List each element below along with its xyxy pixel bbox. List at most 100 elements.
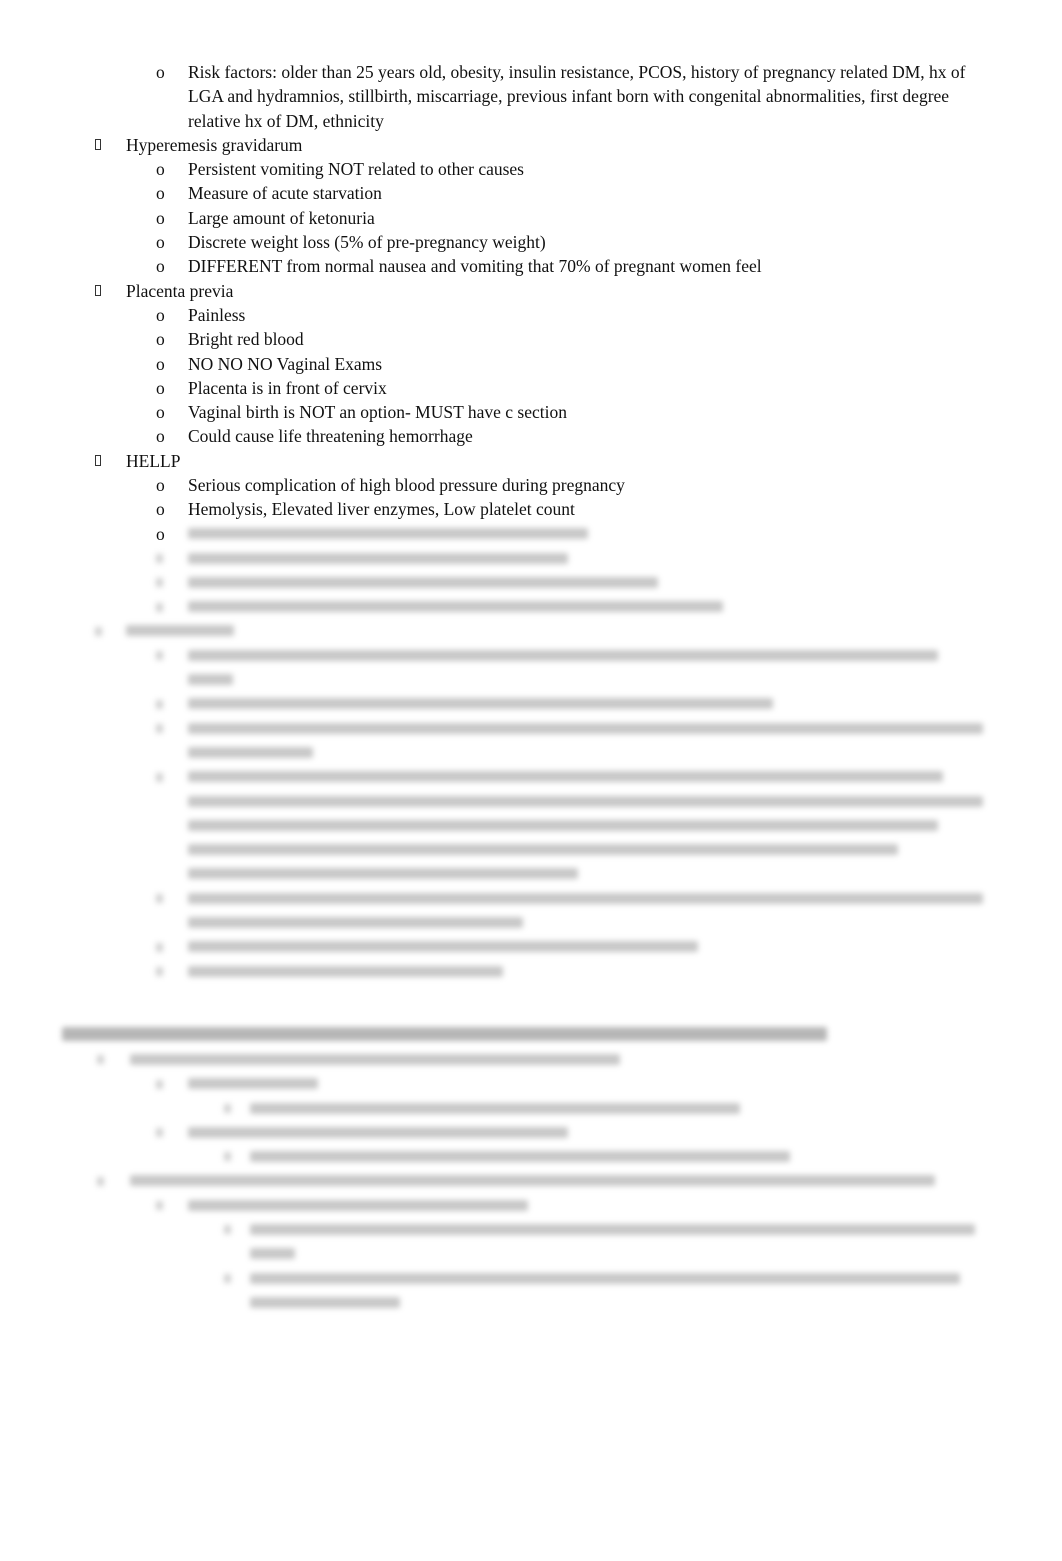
bullet-icon — [97, 1176, 104, 1186]
list-item-text: Painless — [188, 304, 246, 325]
bullet-icon — [156, 699, 163, 709]
list-item-text: Bright red blood — [188, 329, 304, 350]
topic-placenta-previa: Placenta previa — [0, 279, 1062, 303]
document-page: o Risk factors: older than 25 years old,… — [0, 60, 1062, 1315]
bullet-icon — [156, 1079, 163, 1089]
topic-title: Placenta previa — [126, 280, 234, 301]
list-item-text: Serious complication of high blood press… — [188, 475, 625, 496]
obscured-line — [0, 1242, 1062, 1266]
bullet-o-icon: o — [156, 159, 165, 180]
list-item: o Serious complication of high blood pres… — [0, 473, 1062, 497]
obscured-line — [0, 1047, 1062, 1071]
obscured-line — [0, 1266, 1062, 1290]
obscured-line — [0, 1217, 1062, 1241]
topic-hellp: HELLP — [0, 449, 1062, 473]
obscured-line — [0, 595, 1062, 619]
list-item: o Persistent vomiting NOT related to othe… — [0, 157, 1062, 181]
list-item: o Painless — [0, 303, 1062, 327]
obscured-line — [0, 570, 1062, 594]
obscured-line — [0, 619, 1062, 643]
bullet-icon — [224, 1225, 231, 1235]
bullet-icon — [156, 724, 163, 734]
bullet-icon — [97, 1055, 104, 1065]
obscured-line — [0, 667, 1062, 691]
bullet-icon — [156, 966, 163, 976]
bullet-icon — [156, 1128, 163, 1138]
bullet-icon — [156, 578, 163, 588]
bullet-icon — [156, 772, 163, 782]
bullet-o-icon: o — [156, 353, 165, 374]
bullet-o-icon: o — [156, 207, 165, 228]
bullet-icon — [156, 942, 163, 952]
bullet-box-icon — [95, 454, 101, 466]
obscured-line — [0, 643, 1062, 667]
bullet-o-icon: o — [156, 426, 165, 447]
list-item: o Vaginal birth is NOT an option- MUST ha… — [0, 400, 1062, 424]
list-item: o Placenta is in front of cervix — [0, 376, 1062, 400]
bullet-o-icon: o — [156, 232, 165, 253]
bullet-icon — [224, 1273, 231, 1283]
obscured-heading — [0, 1021, 1062, 1047]
list-item-text: DIFFERENT from normal nausea and vomitin… — [188, 256, 762, 277]
list-item-text: NO NO NO Vaginal Exams — [188, 353, 383, 374]
obscured-line — [0, 789, 1062, 813]
list-item-text: Measure of acute starvation — [188, 183, 382, 204]
list-item-partially-obscured: o — [0, 522, 1062, 546]
list-item: o Hemolysis, Elevated liver enzymes, Low … — [0, 497, 1062, 521]
obscured-line — [0, 813, 1062, 837]
obscured-line — [0, 546, 1062, 570]
bullet-icon — [95, 626, 102, 636]
list-item-text: Vaginal birth is NOT an option- MUST hav… — [188, 402, 567, 423]
obscured-line — [0, 935, 1062, 959]
obscured-line — [0, 1096, 1062, 1120]
list-item: o Discrete weight loss (5% of pre-pregnan… — [0, 230, 1062, 254]
bullet-box-icon — [95, 138, 101, 150]
obscured-line — [0, 716, 1062, 740]
bullet-icon — [156, 651, 163, 661]
list-item-text: Discrete weight loss (5% of pre-pregnanc… — [188, 232, 546, 253]
obscured-content — [0, 546, 1062, 1315]
list-item-text: Could cause life threatening hemorrhage — [188, 426, 473, 447]
obscured-line — [0, 862, 1062, 886]
bullet-icon — [224, 1103, 231, 1113]
list-item: o Could cause life threatening hemorrhage — [0, 424, 1062, 448]
obscured-line — [0, 910, 1062, 934]
bullet-o-icon: o — [156, 402, 165, 423]
bullet-o-icon: o — [156, 256, 165, 277]
bullet-o-icon: o — [156, 377, 165, 398]
list-item-text: Hemolysis, Elevated liver enzymes, Low p… — [188, 499, 575, 520]
bullet-icon — [224, 1152, 231, 1162]
obscured-line — [0, 886, 1062, 910]
bullet-o-icon: o — [156, 329, 165, 350]
bullet-icon — [156, 1201, 163, 1211]
list-item: o Large amount of ketonuria — [0, 206, 1062, 230]
obscured-line — [0, 1169, 1062, 1193]
bullet-o-icon: o — [156, 523, 165, 544]
obscured-line — [0, 1144, 1062, 1168]
obscured-line — [0, 740, 1062, 764]
topic-title: HELLP — [126, 450, 181, 471]
bullet-box-icon — [95, 284, 101, 296]
topic-hyperemesis-gravidarum: Hyperemesis gravidarum — [0, 133, 1062, 157]
bullet-icon — [156, 602, 163, 612]
obscured-text — [188, 528, 588, 540]
bullet-o-icon: o — [156, 62, 165, 82]
obscured-line — [0, 1193, 1062, 1217]
obscured-line — [0, 765, 1062, 789]
obscured-line — [0, 1072, 1062, 1096]
list-item: o NO NO NO Vaginal Exams — [0, 352, 1062, 376]
obscured-line — [0, 692, 1062, 716]
obscured-line — [0, 959, 1062, 983]
bullet-icon — [156, 553, 163, 563]
list-item-text: Persistent vomiting NOT related to other… — [188, 159, 524, 180]
list-item-text: Risk factors: older than 25 years old, o… — [188, 62, 966, 131]
list-item-risk-factors: o Risk factors: older than 25 years old,… — [0, 60, 1062, 133]
bullet-o-icon: o — [156, 475, 165, 496]
list-item: o DIFFERENT from normal nausea and vomiti… — [0, 254, 1062, 278]
topic-title: Hyperemesis gravidarum — [126, 134, 303, 155]
bullet-o-icon: o — [156, 499, 165, 520]
obscured-line — [0, 1290, 1062, 1314]
list-item: o Bright red blood — [0, 327, 1062, 351]
bullet-icon — [156, 894, 163, 904]
list-item-text: Large amount of ketonuria — [188, 207, 375, 228]
